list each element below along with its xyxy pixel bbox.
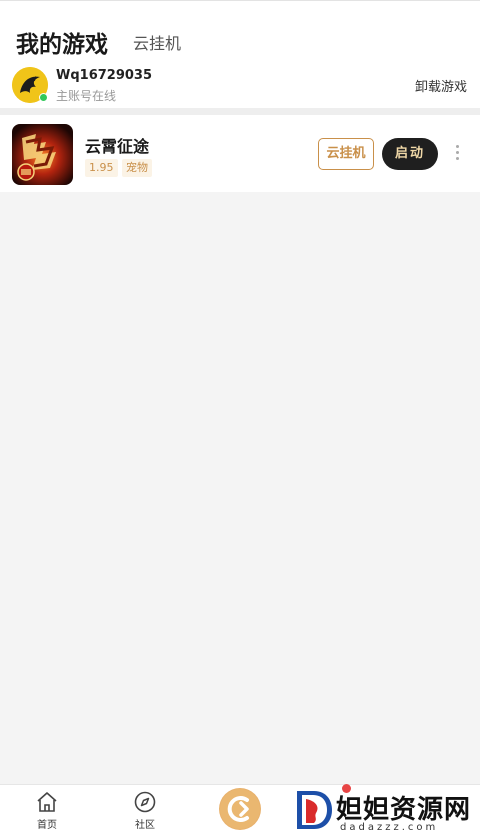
username: Wq16729035 [56, 68, 153, 83]
compass-icon [134, 791, 156, 813]
uninstall-games-button[interactable]: 卸载游戏 [415, 76, 467, 95]
nav-community[interactable]: 社区 [124, 785, 166, 834]
nav-home-label: 首页 [37, 820, 57, 831]
account-status: 主账号在线 [56, 89, 117, 103]
watermark-logo-icon [297, 791, 332, 829]
header: 我的游戏 云挂机 Wq16729035 主账号在线 卸载游戏 [0, 0, 480, 108]
home-icon [37, 792, 57, 812]
watermark-domain: dadazzz.com [340, 822, 439, 833]
watermark-title: 妲妲资源网 [336, 795, 472, 825]
cloud-logo-button[interactable] [219, 788, 261, 830]
my-games-title[interactable]: 我的游戏 [16, 25, 108, 59]
more-options-icon[interactable] [451, 145, 463, 165]
watermark: 妲妲资源网 dadazzz.com [294, 789, 474, 833]
nav-home[interactable]: 首页 [26, 785, 68, 834]
section-divider [0, 108, 480, 115]
online-status-dot [39, 93, 48, 102]
nav-community-label: 社区 [135, 820, 155, 831]
game-icon[interactable] [12, 124, 73, 185]
game-cover-icon [12, 124, 73, 185]
cloud-hosting-tab[interactable]: 云挂机 [133, 30, 181, 54]
launch-button[interactable]: 启动 [382, 138, 438, 170]
cloud-logo-icon [220, 789, 260, 829]
version-tag: 1.95 [85, 159, 118, 177]
cloud-hosting-button[interactable]: 云挂机 [318, 138, 374, 170]
game-title: 云霄征途 [85, 137, 150, 156]
game-list-item[interactable]: 云霄征途 1.95 宠物 云挂机 启动 [0, 115, 480, 192]
category-tag: 宠物 [122, 159, 152, 177]
